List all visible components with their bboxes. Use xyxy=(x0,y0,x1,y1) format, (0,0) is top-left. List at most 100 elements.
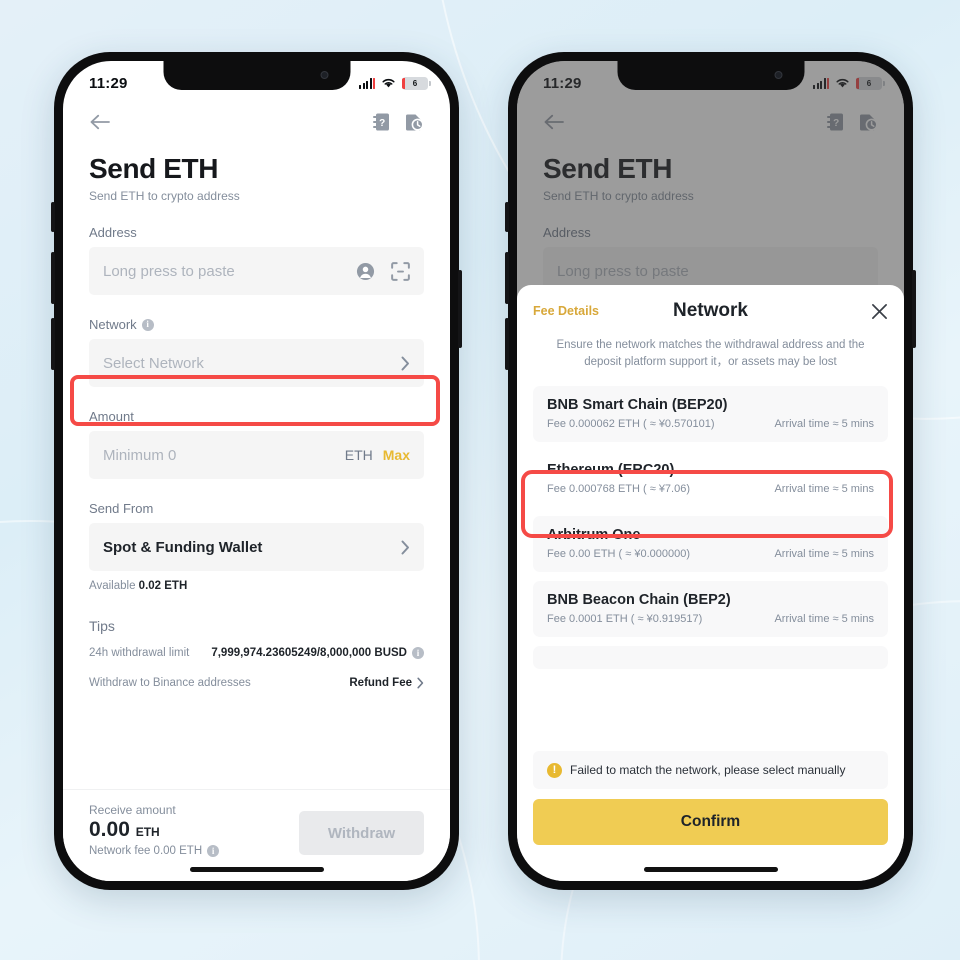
amount-unit: ETH xyxy=(344,447,373,463)
home-indicator xyxy=(643,867,778,872)
phone-mockup-left: 11:29 6 ? Send ETH Send ETH to crypto ad… xyxy=(51,52,462,890)
status-icons: 6 xyxy=(359,76,431,90)
sheet-header: Fee Details Network xyxy=(533,285,888,337)
available-label: Available xyxy=(89,580,136,592)
network-select-input[interactable]: Select Network xyxy=(89,339,424,387)
network-arrival-time: Arrival time ≈ 5 mins xyxy=(774,482,874,495)
amount-placeholder: Minimum 0 xyxy=(103,446,177,464)
network-arrival-time: Arrival time ≈ 5 mins xyxy=(774,612,874,625)
sheet-title: Network xyxy=(673,300,748,321)
network-meta: Fee 0.000768 ETH ( ≈ ¥7.06) Arrival time… xyxy=(547,483,874,495)
network-name: BNB Smart Chain (BEP20) xyxy=(547,396,728,413)
battery-icon: 6 xyxy=(402,76,431,90)
tip-value: 7,999,974.23605249/8,000,000 BUSD i xyxy=(211,647,424,659)
amount-input[interactable]: Minimum 0 ETH Max xyxy=(89,431,424,479)
page-title: Send ETH xyxy=(89,153,219,184)
phone-mockup-right: 11:29 6 xyxy=(505,52,916,890)
network-list-item[interactable]: BNB Beacon Chain (BEP2) Fee 0.0001 ETH (… xyxy=(533,580,888,637)
tip-row-refund-fee[interactable]: Withdraw to Binance addresses Refund Fee xyxy=(89,668,424,698)
network-list-item-truncated[interactable] xyxy=(533,645,888,669)
network-list-item[interactable]: Arbitrum One Fee 0.00 ETH ( ≈ ¥0.000000)… xyxy=(533,515,888,572)
page-subtitle: Send ETH to crypto address xyxy=(89,189,240,203)
send-from-value: Spot & Funding Wallet xyxy=(103,538,263,556)
info-icon[interactable]: i xyxy=(141,318,154,331)
phone-mute-switch xyxy=(51,202,55,232)
phone-volume-down-button xyxy=(505,318,509,370)
network-placeholder: Select Network xyxy=(103,354,204,372)
amount-max-button[interactable]: Max xyxy=(383,447,410,463)
phone-screen-right: 11:29 6 xyxy=(517,61,904,881)
status-time: 11:29 xyxy=(89,74,128,92)
qr-scan-icon[interactable] xyxy=(391,261,410,281)
back-arrow-icon[interactable] xyxy=(89,113,111,131)
chevron-right-icon xyxy=(417,677,424,689)
sheet-note: Ensure the network matches the withdrawa… xyxy=(556,339,865,369)
address-input[interactable]: Long press to paste xyxy=(89,247,424,295)
tip-value-text: 7,999,974.23605249/8,000,000 BUSD xyxy=(211,647,407,659)
phone-power-button xyxy=(458,270,462,348)
receive-amount-unit: ETH xyxy=(135,825,160,839)
receive-amount-number: 0.00 xyxy=(89,818,130,841)
chevron-right-icon xyxy=(401,356,409,370)
phone-notch xyxy=(163,61,350,90)
contact-icon[interactable] xyxy=(356,262,375,281)
close-icon[interactable] xyxy=(871,303,888,320)
fee-details-link[interactable]: Fee Details xyxy=(533,304,599,318)
network-match-warning: ! Failed to match the network, please se… xyxy=(533,751,888,789)
network-arrival-time: Arrival time ≈ 5 mins xyxy=(774,417,874,430)
confirm-button[interactable]: Confirm xyxy=(533,799,888,845)
send-eth-page: ? Send ETH Send ETH to crypto address Ad… xyxy=(63,99,450,881)
receive-amount-value: 0.00 ETH xyxy=(89,818,219,842)
address-placeholder: Long press to paste xyxy=(103,262,235,280)
phone-volume-up-button xyxy=(51,252,55,304)
network-name: Arbitrum One xyxy=(547,526,641,543)
network-label: Network i xyxy=(89,317,424,332)
phone-screen-left: 11:29 6 ? Send ETH Send ETH to crypto ad… xyxy=(63,61,450,881)
network-fee: Fee 0.000062 ETH ( ≈ ¥0.570101) xyxy=(547,417,715,430)
address-book-help-icon[interactable]: ? xyxy=(373,113,390,131)
network-name: BNB Beacon Chain (BEP2) xyxy=(547,591,731,608)
network-meta: Fee 0.00 ETH ( ≈ ¥0.000000) Arrival time… xyxy=(547,548,874,560)
tip-row-withdrawal-limit: 24h withdrawal limit 7,999,974.23605249/… xyxy=(89,638,424,668)
wifi-icon xyxy=(382,78,395,88)
tip-value: Refund Fee xyxy=(349,677,424,689)
withdraw-button[interactable]: Withdraw xyxy=(299,811,424,855)
phone-notch xyxy=(617,61,804,90)
send-from-label-text: Send From xyxy=(89,501,154,516)
front-camera-icon xyxy=(320,71,328,79)
network-label-text: Network xyxy=(89,317,137,332)
network-list[interactable]: BNB Smart Chain (BEP20) Fee 0.000062 ETH… xyxy=(533,385,888,752)
navigation-bar: ? xyxy=(63,99,450,145)
network-list-item[interactable]: BNB Smart Chain (BEP20) Fee 0.000062 ETH… xyxy=(533,385,888,442)
address-actions xyxy=(356,261,410,281)
cellular-signal-icon xyxy=(359,77,375,89)
front-camera-icon xyxy=(774,71,782,79)
transaction-history-icon[interactable] xyxy=(406,113,424,131)
network-fee-text: Network fee 0.00 ETH xyxy=(89,845,203,857)
info-icon[interactable]: i xyxy=(207,845,220,857)
network-list-item[interactable]: Ethereum (ERC20) Fee 0.000768 ETH ( ≈ ¥7… xyxy=(533,450,888,507)
info-icon[interactable]: i xyxy=(412,647,424,659)
address-label: Address xyxy=(89,225,424,240)
network-meta: Fee 0.000062 ETH ( ≈ ¥0.570101) Arrival … xyxy=(547,418,874,430)
phone-volume-up-button xyxy=(505,252,509,304)
phone-mute-switch xyxy=(505,202,509,232)
available-balance: Available 0.02 ETH xyxy=(89,580,424,592)
warning-text: Failed to match the network, please sele… xyxy=(570,763,846,777)
send-from-select[interactable]: Spot & Funding Wallet xyxy=(89,523,424,571)
svg-text:?: ? xyxy=(379,118,385,129)
available-value: 0.02 ETH xyxy=(138,580,188,592)
network-selection-sheet: Fee Details Network Ensure the network m… xyxy=(517,285,904,881)
network-arrival-time: Arrival time ≈ 5 mins xyxy=(774,547,874,560)
send-from-label: Send From xyxy=(89,501,424,516)
home-indicator xyxy=(189,867,324,872)
amount-label: Amount xyxy=(89,409,424,424)
phone-volume-down-button xyxy=(51,318,55,370)
phone-power-button xyxy=(912,270,916,348)
network-name: Ethereum (ERC20) xyxy=(547,461,675,478)
network-fee: Fee 0.0001 ETH ( ≈ ¥0.919517) xyxy=(547,612,703,625)
network-meta: Fee 0.0001 ETH ( ≈ ¥0.919517) Arrival ti… xyxy=(547,613,874,625)
tips-heading: Tips xyxy=(89,618,115,634)
network-fee: Fee 0.00 ETH ( ≈ ¥0.000000) xyxy=(547,547,691,560)
navigation-actions: ? xyxy=(373,113,424,131)
